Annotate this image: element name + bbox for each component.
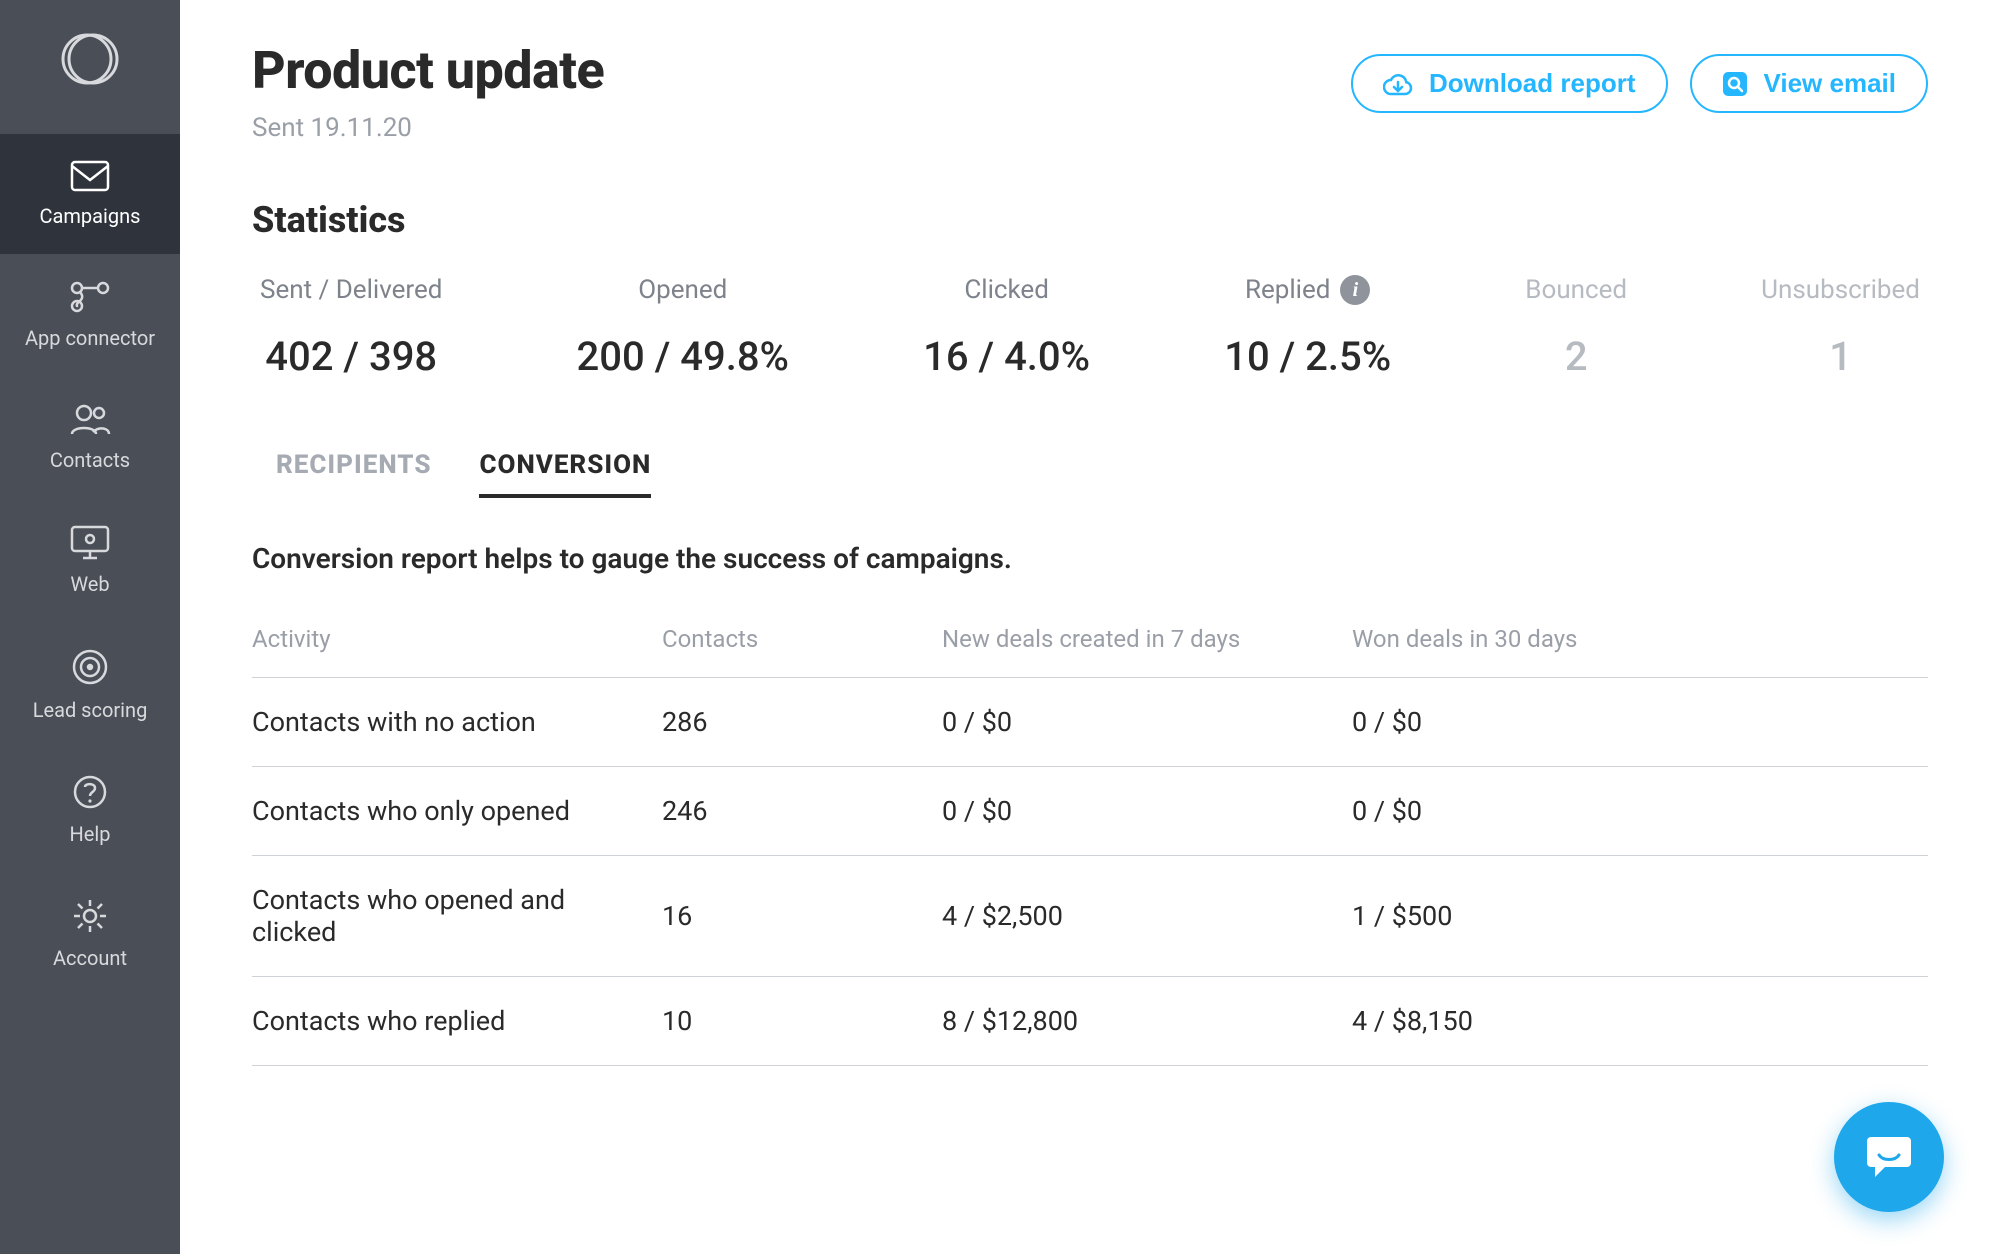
- page-header: Product update Sent 19.11.20 Download re…: [252, 40, 1928, 143]
- cell-contacts: 286: [662, 678, 942, 767]
- cell-new-deals: 4 / $2,500: [942, 856, 1352, 977]
- stat-label: Bounced: [1525, 275, 1627, 305]
- view-email-button[interactable]: View email: [1690, 54, 1929, 113]
- monitor-icon: [69, 524, 111, 560]
- stat-label: Opened: [638, 275, 727, 305]
- stat-label: Unsubscribed: [1761, 275, 1920, 305]
- stat-replied[interactable]: Replied i 10 / 2.5%: [1224, 275, 1391, 380]
- stat-value: 10 / 2.5%: [1224, 333, 1391, 380]
- stat-sent-delivered[interactable]: Sent / Delivered 402 / 398: [260, 275, 442, 380]
- cell-activity: Contacts who replied: [252, 977, 662, 1066]
- stat-value: 200 / 49.8%: [577, 333, 789, 380]
- cell-contacts: 10: [662, 977, 942, 1066]
- gear-icon: [72, 898, 108, 934]
- sidebar-item-label: Contacts: [50, 448, 130, 472]
- cell-activity: Contacts who opened and clicked: [252, 856, 662, 977]
- connector-icon: [69, 280, 111, 314]
- cell-contacts: 16: [662, 856, 942, 977]
- col-won-deals: Won deals in 30 days: [1352, 625, 1928, 678]
- main-content: Product update Sent 19.11.20 Download re…: [180, 0, 2000, 1254]
- cell-won-deals: 0 / $0: [1352, 767, 1928, 856]
- info-icon[interactable]: i: [1340, 275, 1370, 305]
- chat-icon: [1861, 1127, 1917, 1187]
- header-actions: Download report View email: [1351, 54, 1928, 113]
- cell-new-deals: 0 / $0: [942, 678, 1352, 767]
- stat-value: 402 / 398: [265, 333, 437, 380]
- col-activity: Activity: [252, 625, 662, 678]
- sidebar-item-label: Web: [70, 572, 109, 596]
- sidebar-item-app-connector[interactable]: App connector: [0, 254, 180, 376]
- stat-label: Clicked: [964, 275, 1049, 305]
- cell-won-deals: 1 / $500: [1352, 856, 1928, 977]
- tab-recipients[interactable]: RECIPIENTS: [276, 450, 431, 498]
- table-row[interactable]: Contacts with no action 286 0 / $0 0 / $…: [252, 678, 1928, 767]
- sidebar-item-contacts[interactable]: Contacts: [0, 376, 180, 498]
- cloud-download-icon: [1383, 72, 1413, 96]
- tab-conversion[interactable]: CONVERSION: [479, 450, 651, 498]
- stat-value: 2: [1565, 333, 1588, 380]
- report-tabs: RECIPIENTS CONVERSION: [252, 450, 1928, 498]
- col-contacts: Contacts: [662, 625, 942, 678]
- conversion-description: Conversion report helps to gauge the suc…: [252, 542, 1928, 575]
- view-email-label: View email: [1764, 68, 1897, 99]
- sidebar-item-campaigns[interactable]: Campaigns: [0, 134, 180, 254]
- stat-bounced[interactable]: Bounced 2: [1525, 275, 1627, 380]
- statistics-title: Statistics: [252, 199, 1928, 241]
- cell-new-deals: 0 / $0: [942, 767, 1352, 856]
- cell-new-deals: 8 / $12,800: [942, 977, 1352, 1066]
- sidebar-item-account[interactable]: Account: [0, 872, 180, 996]
- sidebar-item-label: App connector: [25, 326, 155, 350]
- table-row[interactable]: Contacts who opened and clicked 16 4 / $…: [252, 856, 1928, 977]
- sidebar-item-label: Lead scoring: [33, 698, 148, 722]
- target-icon: [71, 648, 109, 686]
- sidebar-item-web[interactable]: Web: [0, 498, 180, 622]
- chat-widget-button[interactable]: [1834, 1102, 1944, 1212]
- page-title: Product update: [252, 40, 604, 101]
- sidebar-item-label: Help: [70, 822, 111, 846]
- stat-clicked[interactable]: Clicked 16 / 4.0%: [923, 275, 1090, 380]
- contacts-icon: [69, 402, 111, 436]
- conversion-table: Activity Contacts New deals created in 7…: [252, 625, 1928, 1066]
- sidebar-item-label: Campaigns: [39, 204, 140, 228]
- stat-opened[interactable]: Opened 200 / 49.8%: [577, 275, 789, 380]
- sidebar-item-lead-scoring[interactable]: Lead scoring: [0, 622, 180, 748]
- app-logo: [59, 28, 121, 94]
- sent-date: Sent 19.11.20: [252, 113, 604, 143]
- cell-won-deals: 0 / $0: [1352, 678, 1928, 767]
- cell-contacts: 246: [662, 767, 942, 856]
- magnifier-icon: [1722, 71, 1748, 97]
- sidebar-item-label: Account: [53, 946, 127, 970]
- statistics-row: Sent / Delivered 402 / 398 Opened 200 / …: [252, 275, 1928, 380]
- cell-won-deals: 4 / $8,150: [1352, 977, 1928, 1066]
- download-report-label: Download report: [1429, 68, 1636, 99]
- col-new-deals: New deals created in 7 days: [942, 625, 1352, 678]
- stat-label: Replied i: [1245, 275, 1371, 305]
- mail-icon: [70, 160, 110, 192]
- table-row[interactable]: Contacts who only opened 246 0 / $0 0 / …: [252, 767, 1928, 856]
- stat-unsubscribed[interactable]: Unsubscribed 1: [1761, 275, 1920, 380]
- sidebar-item-help[interactable]: Help: [0, 748, 180, 872]
- stat-label: Sent / Delivered: [260, 275, 442, 305]
- stat-value: 1: [1829, 333, 1852, 380]
- stat-value: 16 / 4.0%: [923, 333, 1090, 380]
- download-report-button[interactable]: Download report: [1351, 54, 1668, 113]
- table-row[interactable]: Contacts who replied 10 8 / $12,800 4 / …: [252, 977, 1928, 1066]
- help-icon: [72, 774, 108, 810]
- sidebar: Campaigns App connector Contacts: [0, 0, 180, 1254]
- cell-activity: Contacts with no action: [252, 678, 662, 767]
- cell-activity: Contacts who only opened: [252, 767, 662, 856]
